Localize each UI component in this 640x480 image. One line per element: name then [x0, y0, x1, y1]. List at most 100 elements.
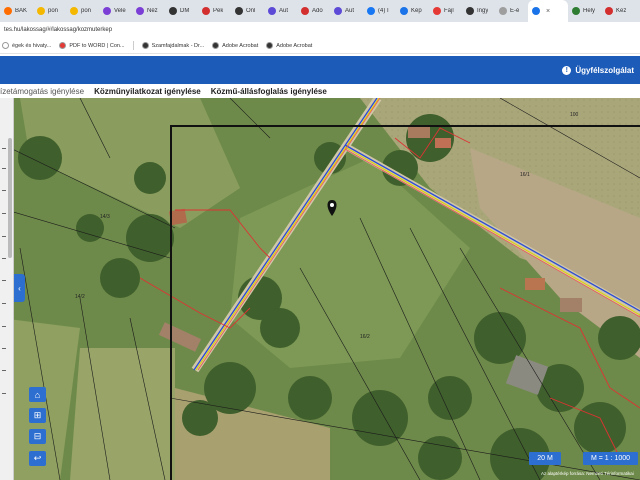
- back-icon: ↩: [33, 453, 42, 463]
- bookmark-label: Szamfajdalmak - Dr...: [151, 42, 205, 49]
- tab-label: pon: [81, 8, 92, 14]
- collapse-panel-button[interactable]: ‹: [14, 274, 25, 302]
- bookmark-item[interactable]: Szamfajdalmak - Dr...: [141, 42, 205, 49]
- zoom-in-icon: ⊞: [33, 410, 42, 420]
- tab-label: Ingy: [477, 8, 489, 14]
- bookmark-favicon-icon: [59, 42, 67, 49]
- close-tab-icon[interactable]: ×: [546, 8, 550, 15]
- bookmark-label: égek és hivaty...: [12, 42, 52, 49]
- tab-label: Pek: [213, 8, 224, 14]
- bookmark-item[interactable]: PDF to WORD | Con...: [59, 42, 125, 49]
- address-bar[interactable]: tes.hu/lakossag/#/lakossag/kozmuterkep: [0, 22, 640, 38]
- ratio-label: M = 1 : 1000: [590, 455, 631, 462]
- browser-tab[interactable]: Aut: [264, 0, 297, 22]
- zoom-out-button[interactable]: ⊟: [29, 429, 46, 444]
- tab-label: Kez: [616, 8, 627, 14]
- map-view[interactable]: 16/1 16/2 100 14/2 14/3: [0, 98, 640, 480]
- tab-favicon-icon: [367, 7, 375, 15]
- tab-utility-statement-request[interactable]: Közműnyilatkozat igénylése: [94, 87, 201, 96]
- browser-tab[interactable]: BAK: [0, 0, 33, 22]
- tab-favicon-icon: [334, 7, 342, 15]
- browser-tab[interactable]: pon: [33, 0, 66, 22]
- browser-tab[interactable]: Fájl: [429, 0, 462, 22]
- browser-tab[interactable]: Onl: [231, 0, 264, 22]
- browser-tab[interactable]: Vele: [99, 0, 132, 22]
- home-icon: ⌂: [34, 389, 41, 400]
- tab-label: Ado: [312, 8, 323, 14]
- app-header: ! Ügyfélszolgálat: [0, 56, 640, 84]
- side-panel-tick: [2, 213, 6, 214]
- bookmark-separator: [132, 41, 134, 50]
- side-panel-scrollbar[interactable]: [8, 138, 12, 258]
- tab-favicon-icon: [235, 7, 243, 15]
- tab-favicon-icon: [268, 7, 276, 15]
- browser-tab[interactable]: (4) I: [363, 0, 396, 22]
- side-panel-tick: [2, 280, 6, 281]
- back-button[interactable]: ↩: [29, 451, 46, 466]
- map-attribution: Az alaptérkép forrása: Nemzeti Térinform…: [541, 471, 634, 476]
- browser-tab[interactable]: Ado: [297, 0, 330, 22]
- tab-label: (4) I: [378, 8, 389, 14]
- browser-tab[interactable]: ×: [528, 0, 568, 22]
- browser-tab[interactable]: E-é: [495, 0, 528, 22]
- bookmark-favicon-icon: [212, 42, 220, 49]
- tab-favicon-icon: [572, 7, 580, 15]
- bookmark-item[interactable]: Adobe Acrobat: [266, 42, 312, 49]
- tab-favicon-icon: [400, 7, 408, 15]
- browser-tab-bar: BAK pon pon Vele Néz DM Pek Onl Aut Ado Aut (4) I Ké…: [0, 0, 640, 22]
- tab-favicon-icon: [301, 7, 309, 15]
- side-panel[interactable]: [0, 98, 14, 480]
- chevron-left-icon: ‹: [18, 283, 21, 293]
- parcel-number: 16/1: [520, 172, 530, 178]
- bookmark-favicon-icon: [2, 42, 9, 49]
- url-text[interactable]: tes.hu/lakossag/#/lakossag/kozmuterkep: [4, 27, 112, 33]
- side-panel-tick: [2, 168, 6, 169]
- browser-tab[interactable]: Aut: [330, 0, 363, 22]
- bookmark-item[interactable]: Adobe Acrobat: [212, 42, 258, 49]
- tab-label: BAK: [15, 8, 28, 14]
- info-icon: !: [562, 65, 572, 75]
- side-panel-tick: [2, 326, 6, 327]
- tab-label: Onl: [246, 8, 256, 14]
- customer-service-link[interactable]: ! Ügyfélszolgálat: [562, 65, 634, 75]
- bookmark-label: PDF to WORD | Con...: [69, 42, 125, 49]
- tab-label: Vele: [114, 8, 126, 14]
- tab-label: Hely: [583, 8, 596, 14]
- home-button[interactable]: ⌂: [29, 387, 46, 402]
- tab-label: DM: [180, 8, 190, 14]
- tab-label: Néz: [147, 8, 158, 14]
- tab-label: pon: [48, 8, 59, 14]
- parcel-number: 14/2: [75, 294, 85, 300]
- tab-favicon-icon: [4, 7, 12, 15]
- browser-tab[interactable]: Néz: [132, 0, 165, 22]
- tab-label: Aut: [279, 8, 289, 14]
- bookmarks-bar: égek és hivaty... PDF to WORD | Con... Sza…: [0, 38, 640, 54]
- bookmark-item[interactable]: égek és hivaty...: [2, 42, 51, 49]
- tab-favicon-icon: [103, 7, 111, 15]
- tab-label: Fájl: [444, 8, 454, 14]
- field-area: [70, 348, 175, 480]
- tab-favicon-icon: [466, 7, 474, 15]
- tab-favicon-icon: [70, 7, 78, 15]
- parcel-number: 16/2: [360, 334, 370, 340]
- browser-tab[interactable]: DM: [165, 0, 198, 22]
- browser-tab[interactable]: Pek: [198, 0, 231, 22]
- browser-tab[interactable]: Kez: [601, 0, 634, 22]
- tab-label: Kép: [411, 8, 422, 14]
- tab-label: E-é: [510, 8, 520, 14]
- side-panel-tick: [2, 370, 6, 371]
- browser-tab[interactable]: Kép: [396, 0, 429, 22]
- tab-subsidy-request[interactable]: ízetámogatás igénylése: [0, 87, 84, 96]
- tab-favicon-icon: [532, 7, 540, 15]
- tab-favicon-icon: [37, 7, 45, 15]
- nav-tabs: ízetámogatás igénylése Közműnyilatkozat …: [0, 84, 640, 98]
- tab-favicon-icon: [202, 7, 210, 15]
- browser-tab[interactable]: Ingy: [462, 0, 495, 22]
- browser-tab[interactable]: Hely: [568, 0, 601, 22]
- zoom-in-button[interactable]: ⊞: [29, 408, 46, 423]
- satellite-map[interactable]: 16/1 16/2 100 14/2 14/3: [0, 98, 640, 480]
- bookmark-favicon-icon: [141, 42, 149, 49]
- browser-tab[interactable]: pon: [66, 0, 99, 22]
- side-panel-tick: [2, 303, 6, 304]
- tab-utility-position-request[interactable]: Közmű-állásfoglalás igénylése: [211, 87, 327, 96]
